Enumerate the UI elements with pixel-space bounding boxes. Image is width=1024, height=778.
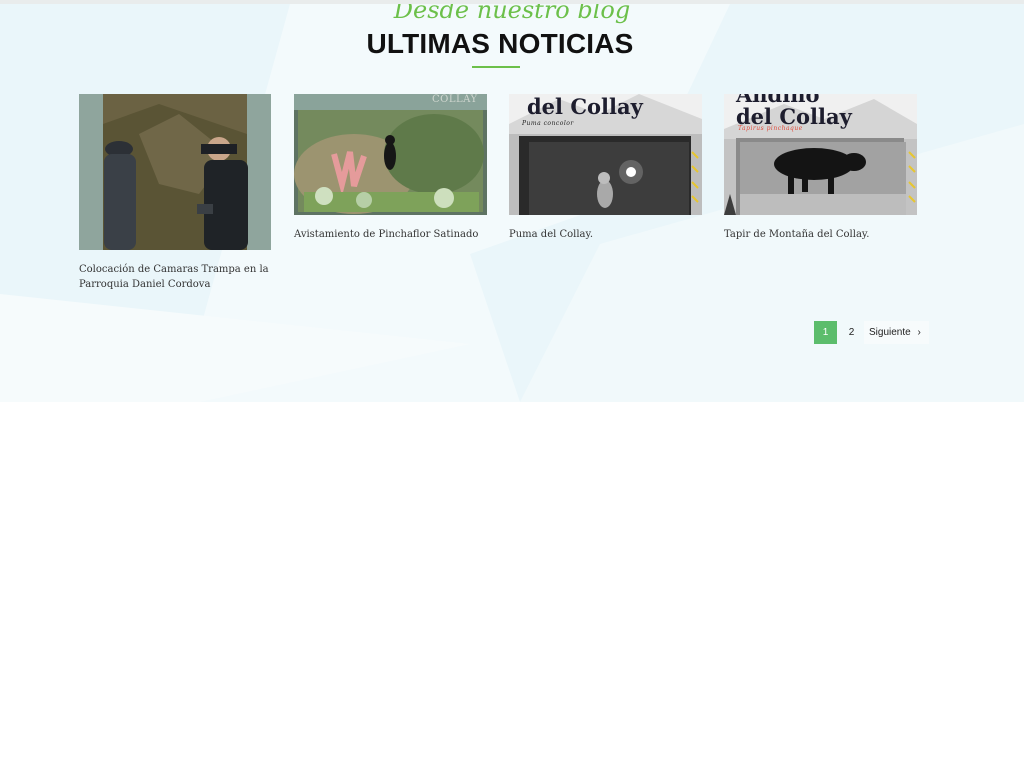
next-page-label: Siguiente [869,327,911,338]
section-title: ULTIMAS NOTICIAS [366,28,634,59]
chevron-right-icon: › [917,327,921,338]
post-image-camaras-trampa[interactable] [79,94,271,250]
page-2-button[interactable]: 2 [840,321,863,344]
section-kicker: Desde nuestro blog [393,4,631,24]
post-title[interactable]: Colocación de Camaras Trampa en la Parro… [79,262,271,292]
post-image-pinchaflor[interactable]: COLLAY [294,94,487,215]
page-1-button[interactable]: 1 [814,321,837,344]
image-overlay-title: del Collay [527,94,643,119]
post-title[interactable]: Puma del Collay. [509,227,702,242]
post-image-tapir[interactable]: Andino del Collay Tapirus pinchaque [724,94,917,215]
post-photo [79,94,271,250]
image-overlay-text: COLLAY [432,94,478,105]
post-title[interactable]: Tapir de Montaña del Collay. [724,227,917,242]
post-image-puma[interactable]: del Collay Puma concolor [509,94,702,215]
image-overlay-subtitle: Tapirus pinchaque [738,125,803,132]
post-photo [294,94,487,215]
image-overlay-subtitle: Puma concolor [522,120,574,127]
post-title[interactable]: Avistamiento de Pinchaflor Satinado [294,227,487,242]
title-divider [472,66,520,68]
next-page-button[interactable]: Siguiente › [864,321,929,344]
